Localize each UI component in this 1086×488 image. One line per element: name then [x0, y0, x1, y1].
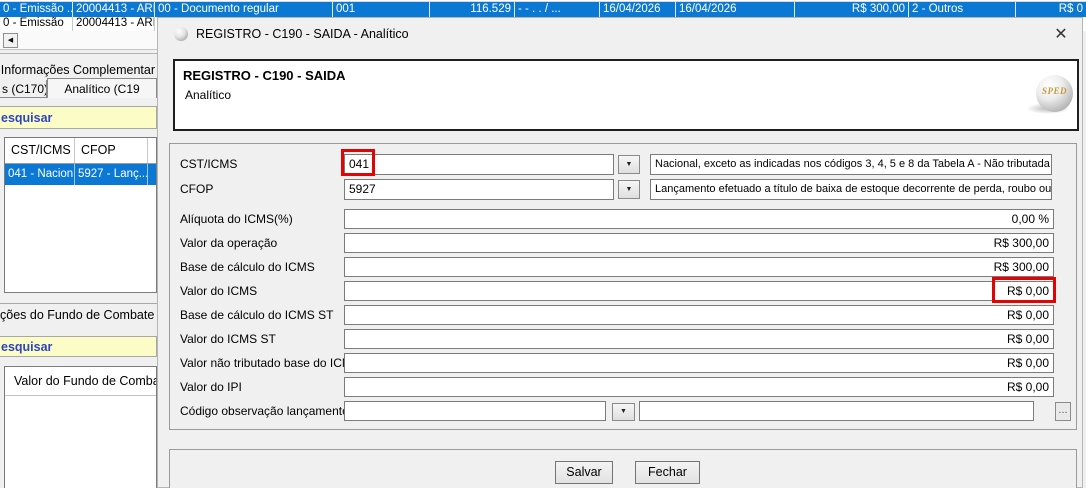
grid-header-row: CST/ICMS CFOP: [5, 138, 156, 164]
cell-cst[interactable]: 041 - Nacion...: [5, 164, 75, 185]
cell-valor-2[interactable]: R$ 0: [1016, 2, 1086, 17]
ellipsis-icon: ...: [1058, 404, 1067, 416]
cst-description-field[interactable]: Nacional, exceto as indicadas nos código…: [650, 154, 1052, 175]
footer-panel: Salvar Fechar: [169, 449, 1077, 488]
column-header-cst-icms[interactable]: CST/ICMS: [5, 138, 75, 163]
search-header-fundo: esquisar: [0, 336, 157, 357]
close-icon[interactable]: ✕: [1049, 23, 1073, 47]
cell-situacao[interactable]: 0 - Emissão: [0, 17, 73, 31]
horizontal-scrollbar[interactable]: [0, 31, 157, 50]
scroll-left-icon: ◀: [8, 37, 13, 44]
input-cst-icms[interactable]: 041: [344, 154, 614, 175]
input-valor-nao-tributado[interactable]: R$ 0,00: [344, 353, 1054, 373]
input-codigo-observacao[interactable]: [344, 401, 606, 421]
chevron-down-icon: ▼: [626, 186, 633, 193]
dialog-registro-c190: REGISTRO - C190 - SAIDA - Analítico ✕ RE…: [157, 17, 1083, 488]
form-panel: CST/ICMS 041 ▼ Nacional, exceto as indic…: [169, 143, 1077, 430]
input-valor-ipi[interactable]: R$ 0,00: [344, 377, 1054, 397]
sped-sphere-logo: SPED: [1030, 75, 1080, 119]
label-valor-operacao: Valor da operação: [180, 233, 277, 253]
column-header-valor-fundo[interactable]: Valor do Fundo de Combat: [5, 367, 156, 396]
cell-participante[interactable]: 20004413 - ARMA...: [73, 2, 155, 17]
header-subtitle: Analítico: [185, 88, 231, 102]
cell-serie[interactable]: 001: [333, 2, 430, 17]
tab-itens-c170[interactable]: s (C170): [0, 80, 47, 98]
save-button[interactable]: Salvar: [555, 461, 613, 484]
observacao-description-field[interactable]: [639, 401, 1034, 421]
scroll-left-button[interactable]: ◀: [3, 33, 18, 48]
cell-cfop[interactable]: 5927 - Lanç...: [75, 164, 148, 185]
search-header-analitico: esquisar: [0, 106, 157, 129]
group-label-fundo-combate-pobreza: ções do Fundo de Combate à Po: [0, 307, 157, 323]
input-valor-icms-st[interactable]: R$ 0,00: [344, 329, 1054, 349]
screen: 0 - Emissão ... 20004413 - ARMA... 00 - …: [0, 0, 1086, 488]
label-aliquota-icms: Alíquota do ICMS(%): [180, 209, 293, 229]
dialog-header-panel: REGISTRO - C190 - SAIDA Analítico SPED: [173, 59, 1079, 131]
divider: [0, 53, 157, 54]
input-aliquota-icms[interactable]: 0,00 %: [344, 209, 1054, 229]
label-codigo-observacao: Código observação lançamento: [180, 401, 349, 421]
table-row-selected[interactable]: 0 - Emissão ... 20004413 - ARMA... 00 - …: [0, 2, 1086, 17]
fundo-grid[interactable]: Valor do Fundo de Combat: [4, 366, 157, 488]
label-cst-icms: CST/ICMS: [180, 154, 237, 174]
label-base-calculo-icms-st: Base de cálculo do ICMS ST: [180, 305, 333, 325]
annotation-box-valor-icms: [992, 277, 1056, 303]
label-base-calculo-icms: Base de cálculo do ICMS: [180, 257, 315, 277]
close-button[interactable]: Fechar: [635, 461, 700, 484]
tab-informacoes-complementares[interactable]: Informações Complementar: [0, 62, 156, 78]
cfop-dropdown-button[interactable]: ▼: [618, 180, 640, 199]
label-cfop: CFOP: [180, 179, 213, 199]
cell-indicador-pagamento[interactable]: 2 - Outros: [909, 2, 1016, 17]
cst-cfop-grid[interactable]: CST/ICMS CFOP 041 - Nacion... 5927 - Lan…: [4, 137, 157, 293]
label-valor-nao-tributado: Valor não tributado base do ICMS: [180, 353, 360, 373]
annotation-box-cst: [341, 149, 375, 176]
observacao-dropdown-button[interactable]: ▼: [612, 403, 635, 421]
label-valor-icms: Valor do ICMS: [180, 281, 257, 301]
cell-data-emissao[interactable]: 16/04/2026: [600, 2, 676, 17]
cell-data-entrada[interactable]: 16/04/2026: [676, 2, 795, 17]
input-valor-icms[interactable]: R$ 0,00: [344, 281, 1054, 301]
browse-ellipsis-button[interactable]: ...: [1055, 402, 1071, 421]
app-sphere-icon: [174, 27, 188, 41]
chevron-down-icon: ▼: [626, 161, 633, 168]
input-base-calculo-icms-st[interactable]: R$ 0,00: [344, 305, 1054, 325]
cell-extra[interactable]: [148, 164, 156, 185]
input-valor-operacao[interactable]: R$ 300,00: [344, 233, 1054, 253]
dialog-title: REGISTRO - C190 - SAIDA - Analítico: [196, 27, 409, 41]
logo-text: SPED: [1036, 86, 1073, 96]
dialog-titlebar[interactable]: REGISTRO - C190 - SAIDA - Analítico ✕: [158, 18, 1082, 51]
label-valor-ipi: Valor do IPI: [180, 377, 242, 397]
label-valor-icms-st: Valor do ICMS ST: [180, 329, 276, 349]
cell-chave[interactable]: - - . . / ...: [515, 2, 600, 17]
input-cfop[interactable]: 5927: [344, 179, 614, 200]
cell-numero[interactable]: 116.529: [430, 2, 515, 17]
grid-row-selected[interactable]: 041 - Nacion... 5927 - Lanç...: [5, 164, 156, 185]
cell-participante[interactable]: 20004413 - ARM: [73, 17, 155, 31]
cell-valor[interactable]: R$ 300,00: [795, 2, 909, 17]
cell-tipo-documento[interactable]: 00 - Documento regular: [155, 2, 333, 17]
cell-situacao[interactable]: 0 - Emissão ...: [0, 2, 73, 17]
chevron-down-icon: ▼: [620, 408, 627, 415]
cfop-description-field[interactable]: Lançamento efetuado a título de baixa de…: [650, 179, 1052, 200]
tab-analitico-c190[interactable]: Analítico (C19: [47, 78, 157, 98]
divider: [0, 303, 157, 304]
header-title: REGISTRO - C190 - SAIDA: [183, 68, 346, 83]
input-base-calculo-icms[interactable]: R$ 300,00: [344, 257, 1054, 277]
cst-dropdown-button[interactable]: ▼: [618, 155, 640, 174]
column-header-cfop[interactable]: CFOP: [75, 138, 148, 163]
